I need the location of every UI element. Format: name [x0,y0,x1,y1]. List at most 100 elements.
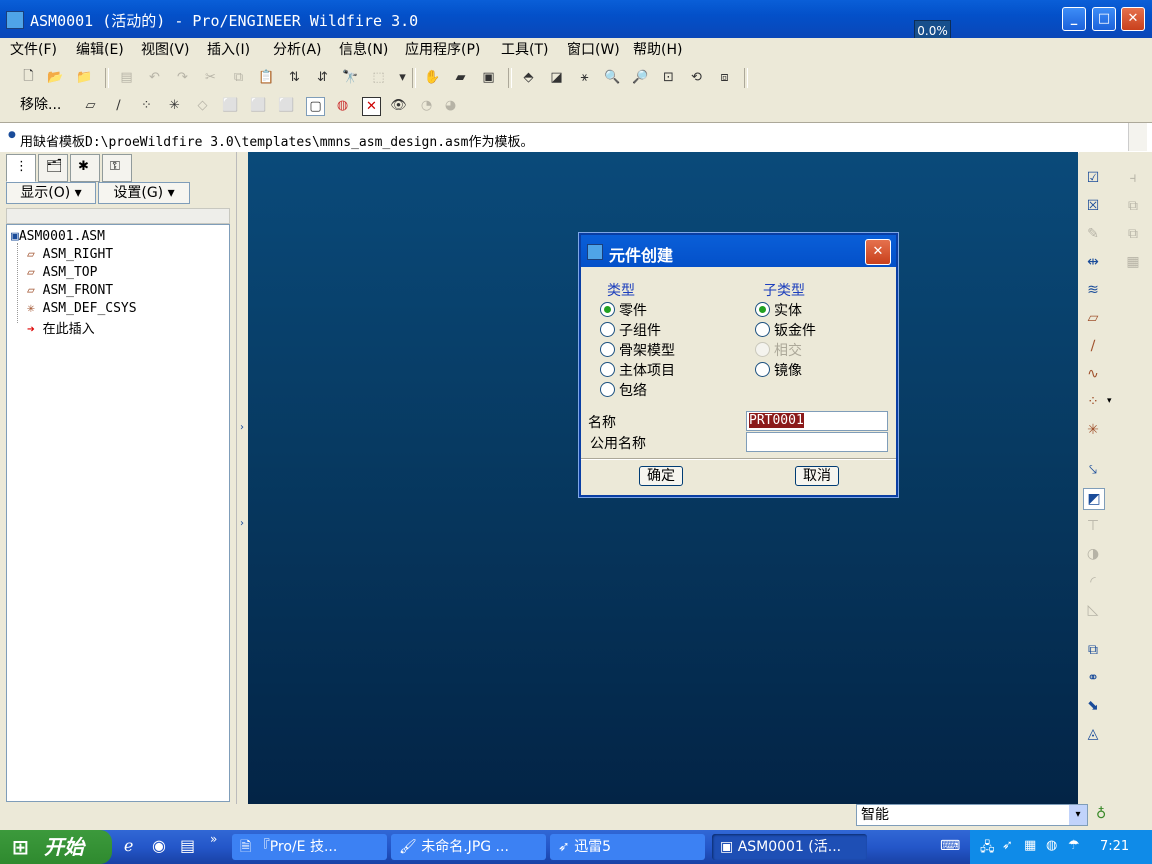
menu-tools[interactable]: 工具(T) [501,39,548,59]
ie-icon[interactable]: ℯ [124,836,133,855]
menu-analysis[interactable]: 分析(A) [273,39,322,59]
taskbar-item[interactable]: ➶ 迅雷5 [550,834,705,860]
mirror-tool-icon[interactable]: ⫞ [1123,168,1143,188]
tree-item[interactable]: ▱ ASM_FRONT [27,283,113,298]
menu-applications[interactable]: 应用程序(P) [405,39,480,59]
regenerate-manager-icon[interactable]: ⇵ [314,69,331,86]
redraw-icon[interactable]: ◪ [548,69,565,86]
close-button[interactable]: ✕ [1121,7,1145,31]
spin-center-icon[interactable]: ✋ [424,69,441,86]
chevron-right-icon[interactable]: › [240,422,244,433]
type-radio-skeleton[interactable] [600,342,615,357]
tray-app-icon[interactable]: ➶ [1002,838,1013,853]
menu-window[interactable]: 窗口(W) [567,39,620,59]
type-radio-subassembly[interactable] [600,322,615,337]
assemble-component-icon[interactable]: ⤥ [1083,460,1103,480]
zoom-out-icon[interactable]: 🔎 [632,69,649,86]
open-file-icon[interactable]: 📂 [47,69,64,86]
new-file-icon[interactable]: 🗋 [20,69,37,86]
tab-model-tree[interactable]: ⋮ [6,154,36,182]
merge-icon[interactable]: ⬊ [1083,696,1103,716]
ok-button[interactable]: 确定 [639,466,683,486]
menu-help[interactable]: 帮助(H) [633,39,682,59]
selection-box-icon[interactable]: ⬚ [370,69,387,86]
menu-edit[interactable]: 编辑(E) [76,39,124,59]
table-icon[interactable]: ▦ [1123,252,1143,272]
datum-point-display-icon[interactable]: ⁘ [138,97,155,114]
selection-filter-select[interactable]: 智能 ▾ [856,804,1088,826]
window-title-bar[interactable]: ASM0001 (活动的) - Pro/ENGINEER Wildfire 3.… [0,0,1152,38]
datum-axis-tool-icon[interactable]: ∕ [1083,336,1103,356]
chevron-down-icon[interactable]: ▾ [1107,396,1112,406]
datum-curve-tool-icon[interactable]: ∿ [1083,364,1103,384]
cancel-button[interactable]: 取消 [795,466,839,486]
datum-point-tool-icon[interactable]: ⁘ [1083,392,1103,412]
revolve-icon[interactable]: ◑ [1083,544,1103,564]
clock[interactable]: 7:21 [1100,839,1129,854]
chevron-more-icon[interactable]: » [210,832,217,846]
cut-icon[interactable]: ✂ [202,69,219,86]
tab-connections[interactable]: ⚿ [102,154,132,182]
wireframe-icon[interactable]: ◇ [194,97,211,114]
saved-views-icon[interactable]: ⧈ [716,69,733,86]
undo-icon[interactable]: ↶ [146,69,163,86]
select-working-dir-icon[interactable]: 📁 [76,69,93,86]
dimension-icon[interactable]: ⇹ [1083,252,1103,272]
find-icon[interactable]: 🔭 [342,69,359,86]
redo-icon[interactable]: ↷ [174,69,191,86]
refit-icon[interactable]: ⊡ [660,69,677,86]
datum-plane-tool-icon[interactable]: ▱ [1083,308,1103,328]
tab-favorites[interactable]: ✱ [70,154,100,182]
tree-column-header[interactable] [6,208,230,224]
show-dropdown[interactable]: 显示(O) ▾ [6,182,96,204]
media-icon[interactable]: ▤ [180,836,195,855]
hidden-line-icon[interactable]: ⬜ [222,97,239,114]
reorient-icon[interactable]: ⟲ [688,69,705,86]
mirror-icon[interactable]: ⚭ [1083,668,1103,688]
visibility-off-icon[interactable]: ◕ [442,97,459,114]
copy-icon[interactable]: ⧉ [230,69,247,86]
tab-folder-browser[interactable]: 🗂 [38,154,68,182]
subtype-radio-solid[interactable] [755,302,770,317]
message-scrollbar[interactable] [1128,123,1147,151]
name-field[interactable]: PRT0001 [746,411,888,431]
taskbar-item-active[interactable]: ▣ ASM0001 (活... [712,834,867,860]
surface-icon[interactable]: ◬ [1083,724,1103,744]
tree-item-insert-here[interactable]: ➔ 在此插入 [27,318,95,337]
tree-item[interactable]: ▱ ASM_RIGHT [27,247,113,262]
datum-display-icon[interactable]: ⚹ [576,69,593,86]
chevron-down-icon[interactable]: ▾ [1069,805,1087,825]
shading-icon[interactable]: ⬜ [278,97,295,114]
round-icon[interactable]: ◜ [1083,572,1103,592]
hole-icon[interactable]: ⊤ [1083,516,1103,536]
type-radio-envelope[interactable] [600,382,615,397]
copy-tool-icon[interactable]: ⧉ [1123,196,1143,216]
dialog-title-bar[interactable]: 元件创建 ✕ [581,235,896,267]
type-radio-part[interactable] [600,302,615,317]
dialog-close-button[interactable]: ✕ [865,239,891,265]
visibility-icon[interactable]: ◔ [418,97,435,114]
accept-icon[interactable]: ☑ [1083,168,1103,188]
datum-plane-display-icon[interactable]: ▱ [82,97,99,114]
maximize-button[interactable]: □ [1092,7,1116,31]
menu-insert[interactable]: 插入(I) [207,39,250,59]
regenerate-icon[interactable]: ⇅ [286,69,303,86]
view-manager-icon[interactable]: ▣ [480,69,497,86]
csys-tool-icon[interactable]: ✳ [1083,420,1103,440]
paste-icon[interactable]: 📋 [258,69,275,86]
eye-icon[interactable]: 👁 [390,97,407,114]
zoom-in-icon[interactable]: 🔍 [604,69,621,86]
shaded-model-icon[interactable]: ▢ [306,97,325,116]
menu-view[interactable]: 视图(V) [141,39,190,59]
save-icon[interactable]: ▤ [118,69,135,86]
tree-item[interactable]: ✳ ASM_DEF_CSYS [27,301,137,316]
settings-dropdown[interactable]: 设置(G) ▾ [98,182,190,204]
chevron-down-icon[interactable]: ▾ [394,69,411,86]
minimize-button[interactable]: _ [1062,7,1086,31]
csys-display-icon[interactable]: ✳ [166,97,183,114]
volume-icon[interactable]: ◍ [1046,838,1057,853]
orient-icon[interactable]: ⬘ [520,69,537,86]
subtype-radio-sheetmetal[interactable] [755,322,770,337]
subtype-radio-mirror[interactable] [755,362,770,377]
network-icon[interactable]: 🖧 [980,838,995,860]
